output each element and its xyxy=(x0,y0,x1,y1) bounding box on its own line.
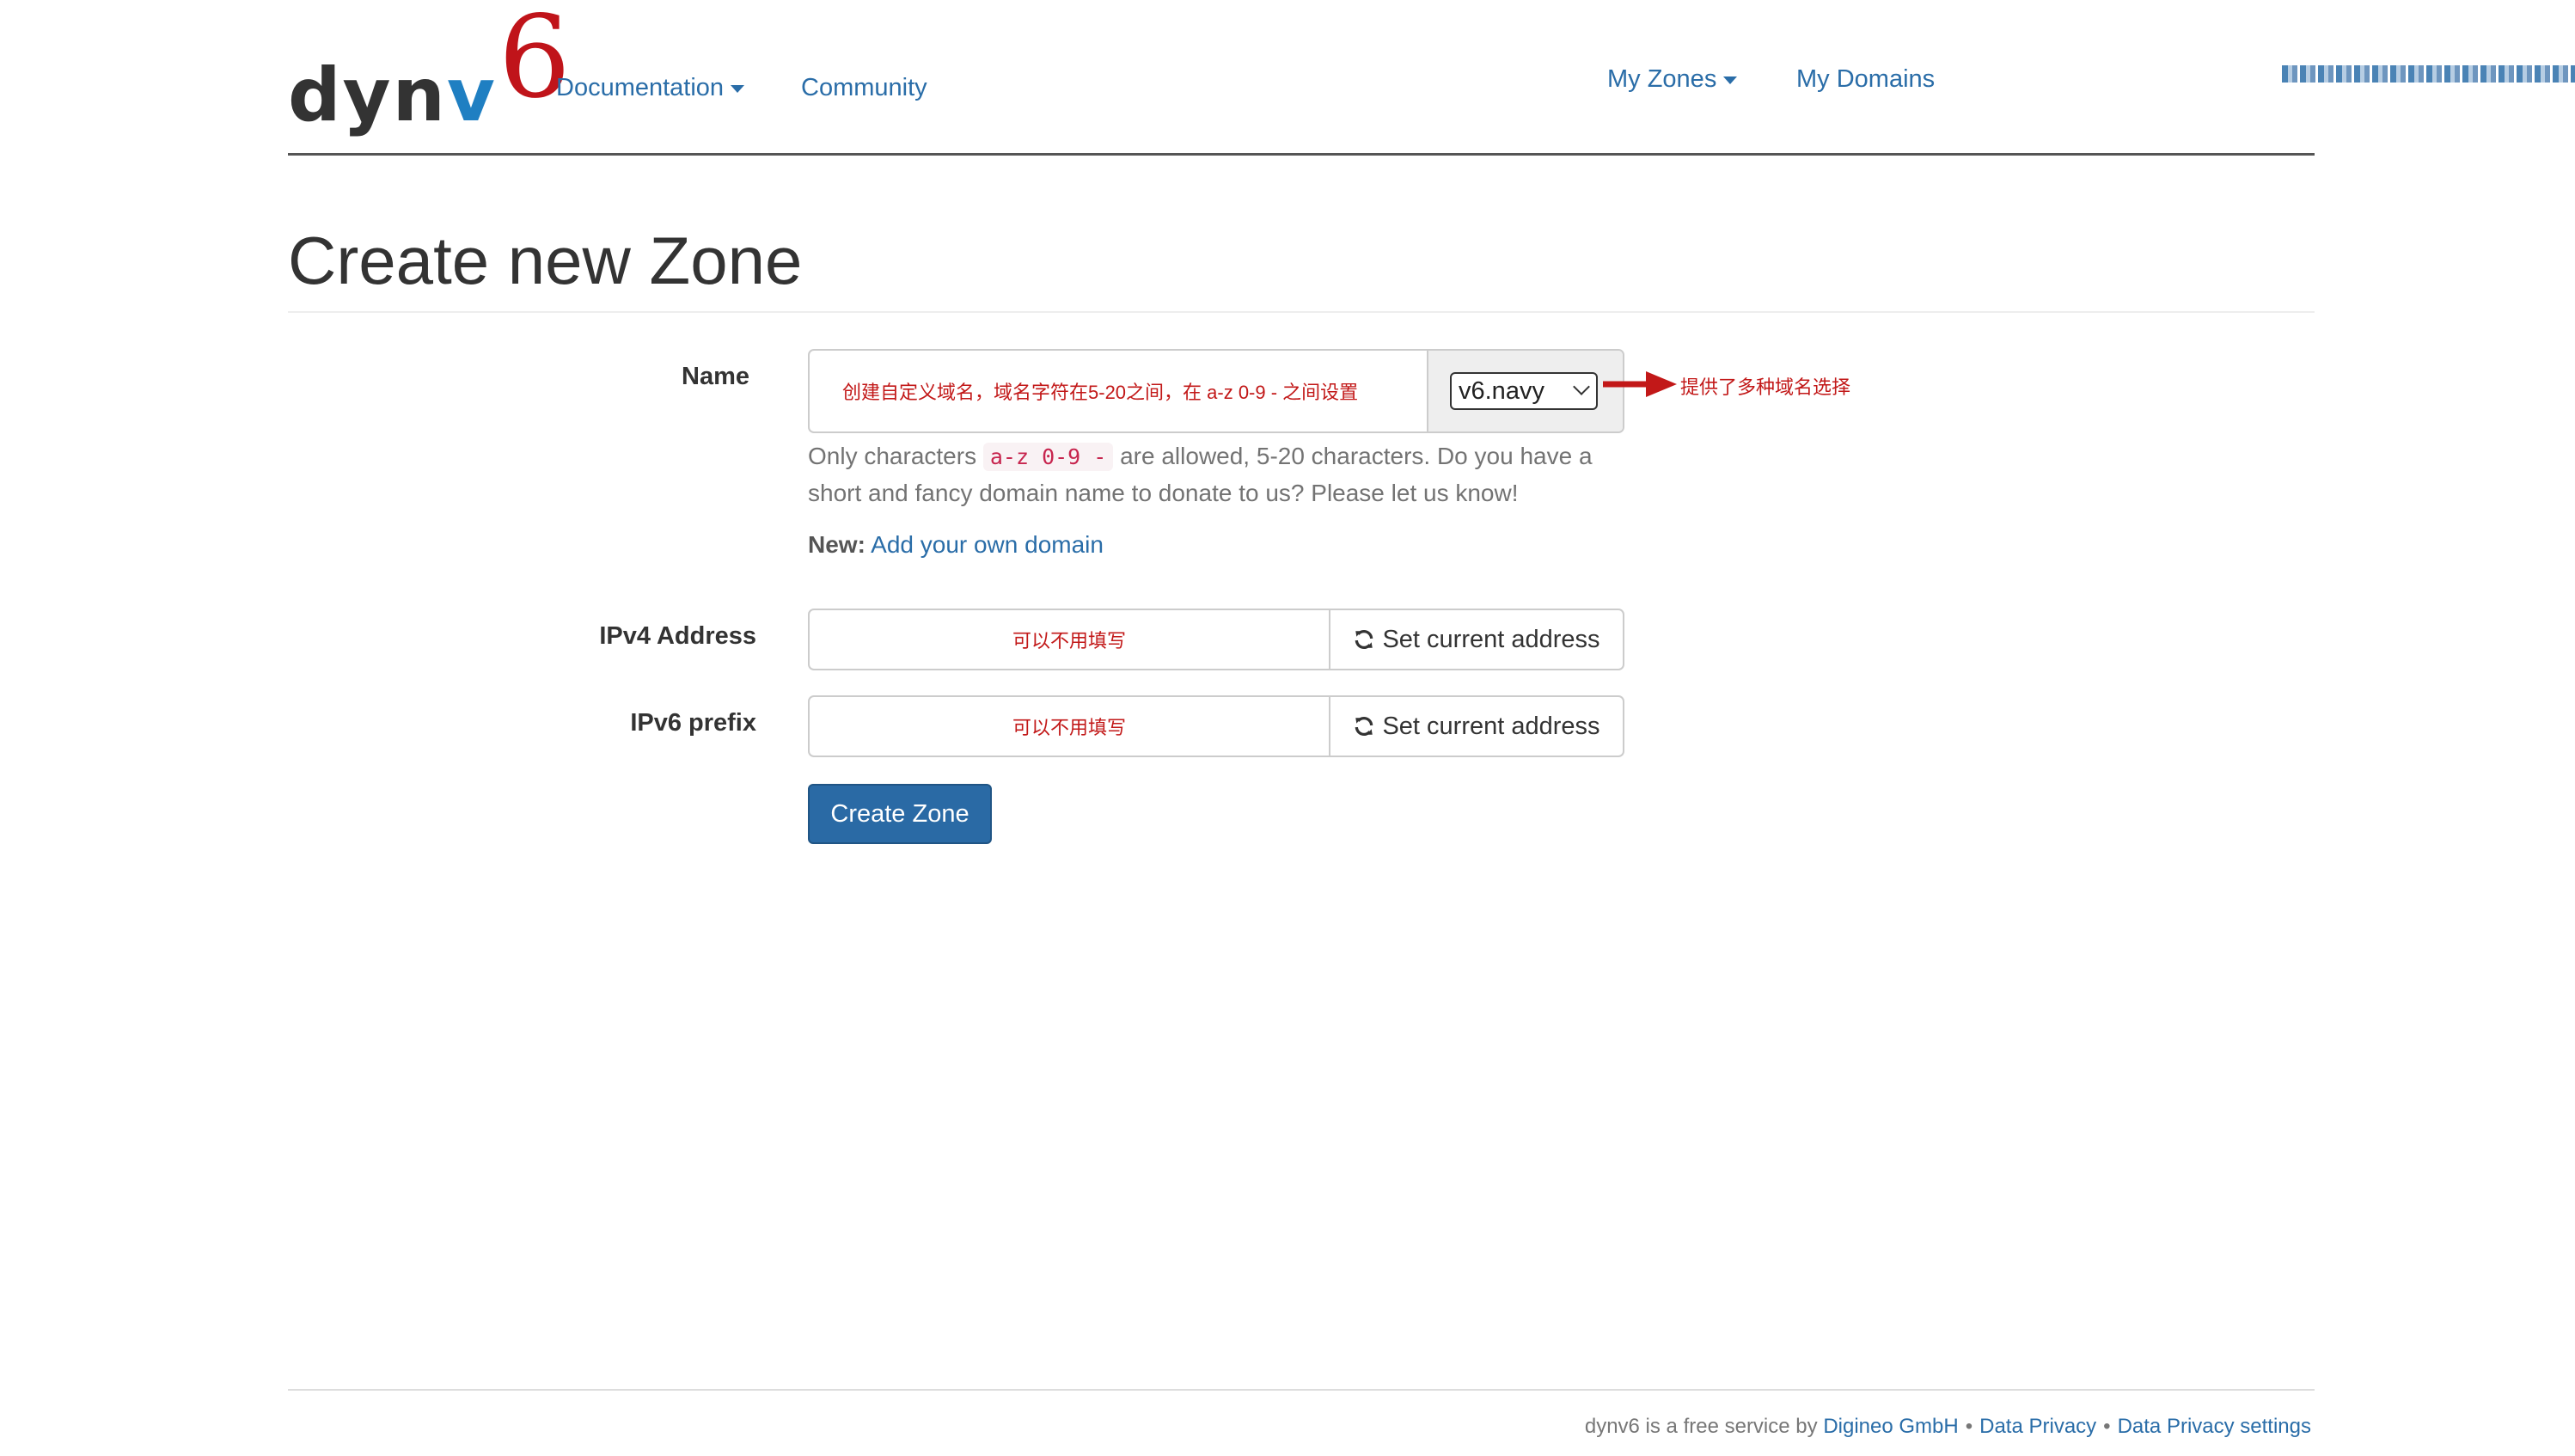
nav-my-domains[interactable]: My Domains xyxy=(1796,65,1935,94)
footer-company-link[interactable]: Digineo GmbH xyxy=(1823,1415,1958,1438)
annotation-domain-choices: 提供了多种域名选择 xyxy=(1680,376,1851,398)
arrow-right-icon xyxy=(1603,371,1677,397)
refresh-icon xyxy=(1355,630,1373,649)
new-domain-line: New: Add your own domain xyxy=(808,531,1104,559)
ipv6-label: IPv6 prefix xyxy=(630,709,756,737)
footer-privacy-settings-link[interactable]: Data Privacy settings xyxy=(2118,1415,2311,1438)
ipv4-label: IPv4 Address xyxy=(599,622,756,650)
footer-service-text: dynv6 is a free service by xyxy=(1584,1415,1818,1438)
nav-my-zones[interactable]: My Zones xyxy=(1607,65,1738,94)
brand-text-6: 6 xyxy=(498,0,571,124)
ipv6-set-current-button[interactable]: Set current address xyxy=(1329,697,1623,756)
ipv4-set-current-label: Set current address xyxy=(1382,625,1600,653)
add-own-domain-link[interactable]: Add your own domain xyxy=(871,531,1104,558)
nav-my-zones-label: My Zones xyxy=(1607,65,1717,93)
brand-text-dyn: dyn xyxy=(288,52,447,138)
ipv4-set-current-button[interactable]: Set current address xyxy=(1329,610,1623,669)
domain-select-addon: v6.navy xyxy=(1427,351,1623,431)
ipv6-prefix-input[interactable]: 可以不用填写 xyxy=(810,697,1329,756)
nav-user-account-redacted[interactable] xyxy=(2282,65,2575,83)
caret-down-icon xyxy=(1723,76,1738,84)
zone-name-input[interactable]: 创建自定义域名，域名字符在5-20之间，在 a-z 0-9 - 之间设置 xyxy=(810,351,1427,431)
nav-documentation[interactable]: Documentation xyxy=(556,74,745,102)
ipv4-input-group: 可以不用填写 Set current address xyxy=(808,609,1624,670)
footer-privacy-link[interactable]: Data Privacy xyxy=(1979,1415,2096,1438)
caret-down-icon xyxy=(731,84,745,93)
footer-separator: • xyxy=(2103,1415,2111,1438)
footer-separator: • xyxy=(1965,1415,1973,1438)
brand-text-v: v xyxy=(446,52,495,138)
domain-select[interactable]: v6.navy xyxy=(1450,372,1598,410)
footer: dynv6 is a free service by Digineo GmbH •… xyxy=(288,1389,2315,1438)
domain-select-value: v6.navy xyxy=(1459,377,1544,405)
name-input-group: 创建自定义域名，域名字符在5-20之间，在 a-z 0-9 - 之间设置 v6.… xyxy=(808,349,1624,433)
name-label: Name xyxy=(682,363,749,390)
ipv6-input-group: 可以不用填写 Set current address xyxy=(808,695,1624,757)
nav-documentation-label: Documentation xyxy=(556,74,725,101)
navbar: dynv6 Documentation Community My Zones M… xyxy=(288,0,2575,156)
refresh-icon xyxy=(1355,717,1373,736)
page-title: Create new Zone xyxy=(288,223,803,298)
chevron-down-icon xyxy=(1573,378,1590,395)
page-header: Create new Zone xyxy=(288,222,2315,313)
brand-logo[interactable]: dynv6 xyxy=(288,0,571,138)
create-zone-button[interactable]: Create Zone xyxy=(808,784,992,844)
help-allowed-chars: a-z 0-9 - xyxy=(982,443,1114,471)
name-help-text: Only characters a-z 0-9 - are allowed, 5… xyxy=(808,438,1633,511)
footer-text: dynv6 is a free service by Digineo GmbH •… xyxy=(1585,1415,2311,1439)
help-text-before: Only characters xyxy=(808,443,983,469)
ipv6-set-current-label: Set current address xyxy=(1382,712,1600,740)
ipv4-address-input[interactable]: 可以不用填写 xyxy=(810,610,1329,669)
new-label: New: xyxy=(808,531,865,558)
nav-community[interactable]: Community xyxy=(801,74,927,102)
